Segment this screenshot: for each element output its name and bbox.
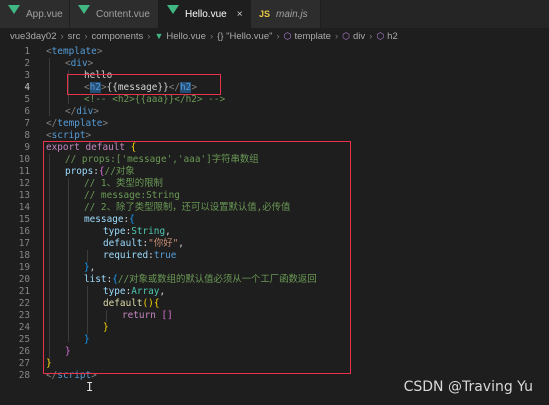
vue-icon — [78, 4, 90, 24]
vue-icon — [167, 4, 179, 24]
line-number: 13 — [18, 190, 30, 201]
line-number: 17 — [18, 238, 30, 249]
line-number: 12 — [18, 178, 30, 189]
line-number: 24 — [18, 322, 30, 333]
line-number: 4 — [24, 82, 30, 93]
highlight-box-h2 — [67, 74, 221, 95]
chevron-right-icon: › — [147, 30, 151, 42]
line-number: 1 — [24, 46, 30, 57]
breadcrumb-item[interactable]: template — [295, 31, 331, 42]
chevron-right-icon: › — [334, 30, 339, 42]
line-number: 16 — [18, 226, 30, 237]
line-number: 2 — [24, 58, 30, 69]
mouse-cursor-icon: I — [86, 380, 94, 394]
code-line: 1 <template> — [0, 46, 549, 58]
line-number: 7 — [24, 118, 30, 129]
code-line: 5 <!-- <h2>{{aaa}}</h2> --> — [0, 94, 549, 106]
line-number: 5 — [24, 94, 30, 105]
vue-icon — [8, 4, 20, 24]
chevron-right-icon: › — [209, 30, 214, 42]
code-editor[interactable]: 1 <template> 2 <div> 3 hello 4 <h2>{{message… — [0, 44, 549, 405]
line-number: 8 — [24, 130, 30, 141]
breadcrumb: vue3day02 › src › components › ▼ Hello.vue › … — [0, 28, 549, 44]
breadcrumb-item[interactable]: src — [68, 31, 81, 42]
code-line: 6 </div> — [0, 106, 549, 118]
line-number: 25 — [18, 334, 30, 345]
vue-icon: ▼ — [154, 31, 164, 41]
chevron-right-icon: › — [276, 30, 280, 42]
chevron-right-icon: › — [84, 30, 88, 42]
line-number: 3 — [24, 70, 30, 81]
line-number: 11 — [18, 166, 30, 177]
line-number: 21 — [18, 286, 30, 297]
line-number: 6 — [24, 106, 30, 117]
line-number: 22 — [18, 298, 30, 309]
tab-content-vue[interactable]: Content.vue — [70, 0, 159, 28]
js-icon: JS — [259, 9, 271, 19]
tab-main-js[interactable]: JS main.js — [251, 0, 321, 28]
line-number: 15 — [18, 214, 30, 225]
tab-bar: App.vue Content.vue Hello.vue × JS main.… — [0, 0, 549, 28]
line-number: 28 — [18, 370, 30, 381]
line-number: 14 — [18, 202, 30, 213]
line-number: 23 — [18, 310, 30, 321]
element-icon: ⬡ — [376, 30, 385, 41]
code-line: 7 </template> — [0, 118, 549, 130]
highlight-box-export — [43, 141, 351, 374]
tab-label: App.vue — [26, 8, 63, 20]
close-icon[interactable]: × — [237, 9, 243, 20]
element-icon: ⬡ — [342, 30, 350, 41]
tab-app-vue[interactable]: App.vue — [0, 0, 70, 28]
tab-label: Content.vue — [96, 8, 150, 20]
breadcrumb-item[interactable]: Hello.vue — [166, 31, 206, 42]
line-number: 19 — [18, 262, 30, 273]
line-number: 10 — [18, 154, 30, 165]
breadcrumb-item[interactable]: components — [92, 31, 144, 42]
line-number: 27 — [18, 358, 30, 369]
line-number: 26 — [18, 346, 30, 357]
chevron-right-icon: › — [369, 30, 373, 42]
breadcrumb-item[interactable]: vue3day02 — [10, 31, 56, 42]
line-number: 20 — [18, 274, 30, 285]
breadcrumb-item[interactable]: h2 — [387, 31, 398, 42]
tab-label: Hello.vue — [185, 8, 227, 20]
tab-label: main.js — [276, 8, 308, 20]
breadcrumb-item[interactable]: {} "Hello.vue" — [217, 31, 272, 42]
breadcrumb-item[interactable]: div — [353, 31, 365, 42]
line-number: 9 — [24, 142, 30, 153]
element-icon: ⬡ — [283, 30, 292, 41]
code-line: 2 <div> — [0, 58, 549, 70]
tab-hello-vue[interactable]: Hello.vue × — [159, 0, 251, 28]
line-number: 18 — [18, 250, 30, 261]
chevron-right-icon: › — [60, 30, 64, 42]
watermark: CSDN @Traving Yu — [403, 379, 533, 395]
